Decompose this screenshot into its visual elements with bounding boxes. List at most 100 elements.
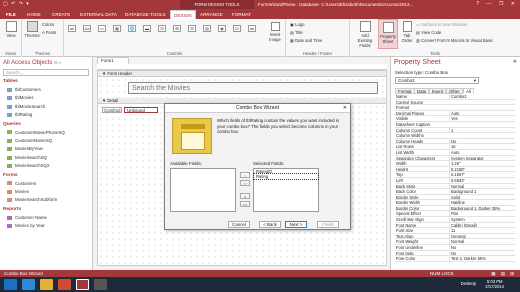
tab-external-data[interactable]: EXTERNAL DATA: [77, 10, 120, 19]
nav-object-item[interactable]: MovieSearchSQ: [7, 155, 47, 160]
close-icon[interactable]: ✕: [343, 104, 347, 113]
tab-arrange[interactable]: ARRANGE: [197, 10, 226, 19]
available-fields-list[interactable]: [170, 168, 236, 212]
control-tool-button[interactable]: ab: [68, 25, 76, 32]
nav-object-item[interactable]: CustomerMoviePhoneSQ: [7, 130, 65, 135]
control-tool-button[interactable]: 🌐: [128, 25, 136, 32]
tab-format[interactable]: FORMAT: [229, 10, 254, 19]
tab-design[interactable]: DESIGN: [170, 10, 196, 19]
start-icon[interactable]: [4, 279, 17, 290]
back-button[interactable]: < Back: [259, 221, 281, 228]
convert-macros-button[interactable]: ▥ Convert Form's Macros to Visual Basic: [416, 38, 493, 43]
nav-pane-title[interactable]: All Access Objects ⊙ «: [0, 57, 93, 67]
wizard-illustration: [172, 118, 212, 154]
taskbar-clock[interactable]: 5:03 PM 2/17/2014: [485, 279, 504, 289]
move-all-right-button[interactable]: >>: [240, 180, 250, 186]
finish-button[interactable]: Finish: [317, 221, 339, 228]
camera-app-icon[interactable]: [94, 279, 107, 290]
fonts-button[interactable]: A Fonts: [42, 30, 56, 35]
control-tool-button[interactable]: ▦: [113, 25, 121, 32]
access-icon[interactable]: [76, 279, 89, 290]
nav-object-item[interactable]: MoviesByYear: [7, 146, 43, 151]
date-time-button[interactable]: ▦ Date and Time: [290, 38, 322, 43]
property-row[interactable]: Fore Color Text 2, Darker 50%: [395, 256, 515, 262]
tab-order-button[interactable]: Tab Order: [400, 21, 414, 43]
nav-section-header[interactable]: Forms: [3, 173, 18, 178]
nav-object-item[interactable]: Movies by Year: [7, 223, 45, 228]
selected-field-item[interactable]: Rating: [253, 173, 319, 180]
document-tab-form1[interactable]: Form1: [97, 57, 129, 64]
subform-new-window-button[interactable]: ▭ Subform in New Window: [416, 22, 467, 27]
move-one-right-button[interactable]: >: [240, 172, 250, 178]
move-all-left-button[interactable]: <<: [240, 201, 250, 207]
tray-desktop-label[interactable]: Desktop: [461, 281, 476, 286]
nav-object-item[interactable]: CustomerNameSQ: [7, 138, 52, 143]
control-tool-button[interactable]: ▬: [143, 25, 151, 32]
title-button[interactable]: ▤ Title: [290, 30, 303, 35]
control-tool-button[interactable]: ⊟: [158, 25, 166, 32]
nav-section-header[interactable]: Reports: [3, 207, 21, 212]
insert-image-button[interactable]: Insert Image: [266, 22, 284, 42]
view-switcher-icons[interactable]: ▦ ▤ ⊞: [491, 270, 516, 277]
nav-toggle-icon[interactable]: ⊙ «: [54, 60, 62, 65]
nav-object-item[interactable]: Movies: [7, 189, 29, 194]
cancel-button[interactable]: Cancel: [228, 221, 250, 228]
control-tool-button[interactable]: ▭: [98, 25, 106, 32]
object-icon: [7, 215, 12, 220]
view-code-button[interactable]: ▤ View Code: [416, 30, 441, 35]
control-tool-button[interactable]: ☰: [188, 25, 196, 32]
nav-object-item[interactable]: tblMovieSearch: [7, 104, 45, 109]
selected-fields-list[interactable]: RatingID Rating: [253, 168, 319, 212]
nav-section-header[interactable]: Queries: [3, 122, 21, 127]
internet-explorer-icon[interactable]: [22, 279, 35, 290]
tab-create[interactable]: CREATE: [49, 10, 73, 19]
num-lock-indicator: NUM LOCK: [430, 271, 454, 276]
control-tool-button[interactable]: ◉: [218, 25, 226, 32]
control-tool-button[interactable]: ⊞: [173, 25, 181, 32]
tools-group: Add Existing Fields Property Sheet Tab O…: [350, 19, 520, 57]
nav-object-item[interactable]: tblMovies: [7, 95, 34, 100]
combo-box-control[interactable]: Unbound: [124, 107, 158, 113]
next-button[interactable]: Next >: [285, 221, 307, 228]
themes-icon: [26, 21, 38, 32]
windows-taskbar: Desktop 5:03 PM 2/17/2014: [0, 277, 520, 292]
control-tool-button[interactable]: ab: [248, 25, 256, 32]
nav-object-item[interactable]: tblCustomers: [7, 87, 41, 92]
selection-dropdown[interactable]: Combo2 ▾: [395, 77, 479, 84]
powerpoint-icon[interactable]: [58, 279, 71, 290]
nav-object-item[interactable]: Customers: [7, 181, 36, 186]
object-icon: [7, 96, 12, 101]
status-text: Combo Box Wizard: [4, 271, 43, 276]
nav-object-item[interactable]: MovieSearchSQ2: [7, 163, 49, 168]
tab-home[interactable]: HOME: [24, 10, 44, 19]
property-sheet-pane: Property Sheet ✕ Selection type: Combo B…: [390, 57, 520, 270]
control-tool-button[interactable]: ☑: [233, 25, 241, 32]
themes-button[interactable]: Themes: [24, 21, 40, 38]
close-icon[interactable]: ✕: [513, 59, 517, 65]
combo-label[interactable]: Combo2: [102, 107, 122, 113]
nav-object-item[interactable]: MovieSearchSubform: [7, 197, 57, 202]
nav-section-header[interactable]: Tables: [3, 79, 18, 84]
add-existing-fields-button[interactable]: Add Existing Fields: [354, 21, 376, 48]
property-sheet-button[interactable]: Property Sheet: [378, 19, 398, 49]
header-title-label[interactable]: Search the Movies: [128, 82, 378, 94]
window-controls[interactable]: ? — ❐ ✕: [476, 0, 518, 9]
nav-search-input[interactable]: Search...: [3, 69, 89, 76]
themes-group-label: Themes: [34, 51, 51, 56]
quick-access-toolbar[interactable]: ▢ ↶ ↷ ▾: [3, 1, 30, 7]
wizard-instructions: Which fields of tblRating contain the va…: [217, 118, 340, 134]
move-one-left-button[interactable]: <: [240, 193, 250, 199]
control-tool-button[interactable]: Aa: [83, 25, 91, 32]
file-explorer-icon[interactable]: [40, 279, 53, 290]
nav-object-item[interactable]: Customer Name: [7, 215, 47, 220]
view-button[interactable]: View: [2, 21, 20, 38]
control-tool-button[interactable]: ▤: [203, 25, 211, 32]
tab-database-tools[interactable]: DATABASE TOOLS: [122, 10, 169, 19]
logo-button[interactable]: ▣ Logo: [290, 22, 304, 27]
property-sheet-title: Property Sheet: [394, 59, 441, 66]
nav-object-item[interactable]: tblRating: [7, 112, 32, 117]
object-icon: [7, 87, 12, 92]
object-icon: [7, 224, 12, 229]
colors-button[interactable]: Colors: [42, 22, 54, 27]
tab-file[interactable]: FILE: [3, 10, 19, 19]
